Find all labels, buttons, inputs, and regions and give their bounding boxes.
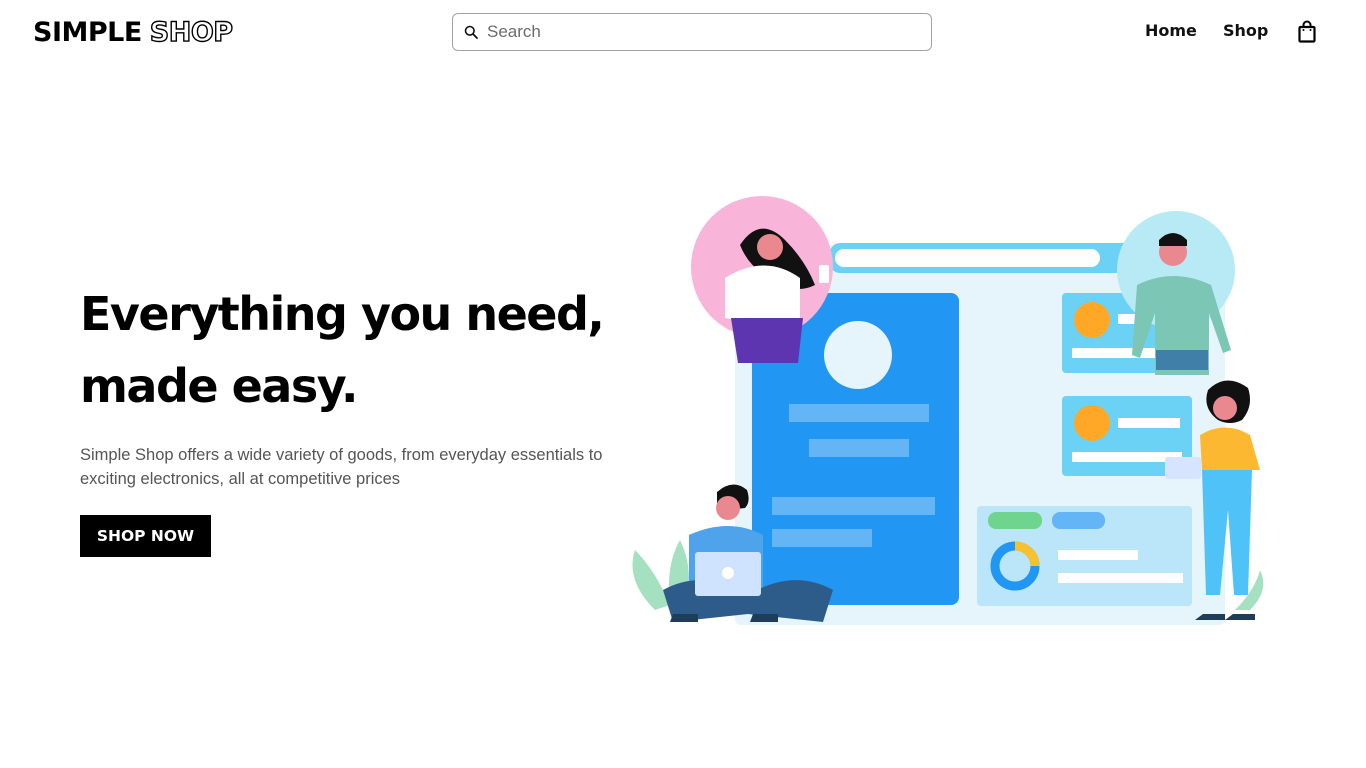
search-input[interactable]: [487, 17, 907, 47]
nav-home-link[interactable]: Home: [1145, 21, 1197, 40]
hero-illustration: [632, 196, 1264, 625]
shopping-bag-icon[interactable]: [1297, 20, 1317, 44]
search-icon: [463, 24, 479, 40]
logo-text-outline: SHOP: [149, 16, 234, 48]
hero-description: Simple Shop offers a wide variety of goo…: [80, 446, 603, 488]
hero-title: Everything you need, made easy.: [80, 278, 640, 422]
navbar: SIMPLE SHOP Home Shop: [0, 0, 1366, 64]
search-bar[interactable]: [452, 13, 932, 51]
shop-now-button[interactable]: SHOP NOW: [80, 515, 211, 557]
nav-shop-link[interactable]: Shop: [1223, 21, 1268, 40]
hero-title-line-2: made easy.: [80, 359, 358, 413]
logo-text-solid: SIMPLE: [33, 16, 142, 48]
hero-title-line-1: Everything you need,: [80, 287, 605, 341]
logo[interactable]: SIMPLE SHOP: [33, 14, 234, 50]
